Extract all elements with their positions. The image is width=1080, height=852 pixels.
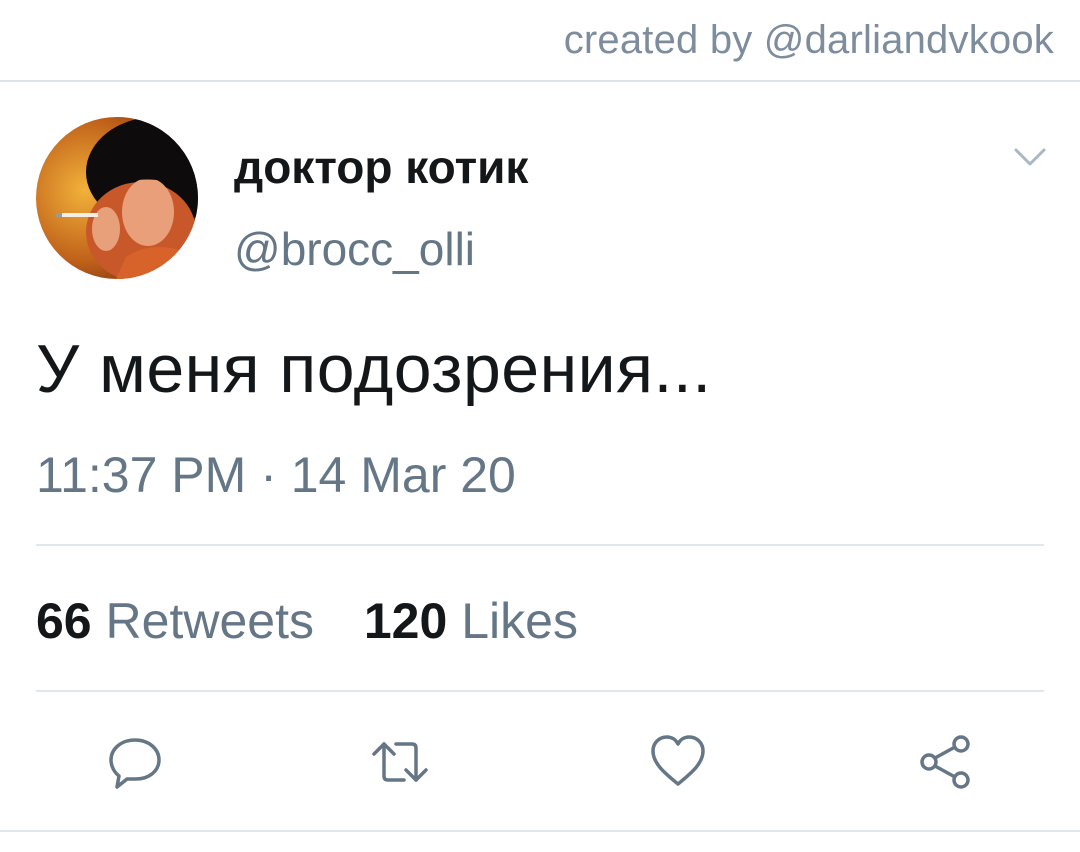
display-name[interactable]: доктор котик [234,140,528,194]
likes-stat[interactable]: 120 Likes [364,592,578,650]
heart-icon[interactable] [648,732,708,792]
share-icon[interactable] [915,732,975,792]
reply-icon[interactable] [105,732,165,792]
likes-count: 120 [363,593,448,649]
chevron-down-icon[interactable] [1010,142,1050,172]
tweet-text: У меня подозрения... [36,331,712,407]
tweet-stats: 66 Retweets 120 Likes [36,592,614,650]
avatar[interactable] [36,117,198,279]
retweets-count: 66 [36,593,92,649]
retweets-label: Retweets [105,593,314,649]
likes-label: Likes [461,593,578,649]
tweet-timestamp[interactable]: 11:37 PM · 14 Mar 20 [36,446,516,504]
retweet-icon[interactable] [370,732,430,792]
user-handle[interactable]: @brocc_olli [234,222,475,276]
watermark-text: created by @darliandvkook [563,18,1054,62]
divider [36,690,1044,692]
tweet-screenshot: created by @darliandvkook доктор котик @… [0,0,1080,852]
retweets-stat[interactable]: 66 Retweets [36,592,314,650]
bottom-divider [0,830,1080,832]
avatar-image [36,117,198,279]
top-divider [0,80,1080,82]
divider [36,544,1044,546]
